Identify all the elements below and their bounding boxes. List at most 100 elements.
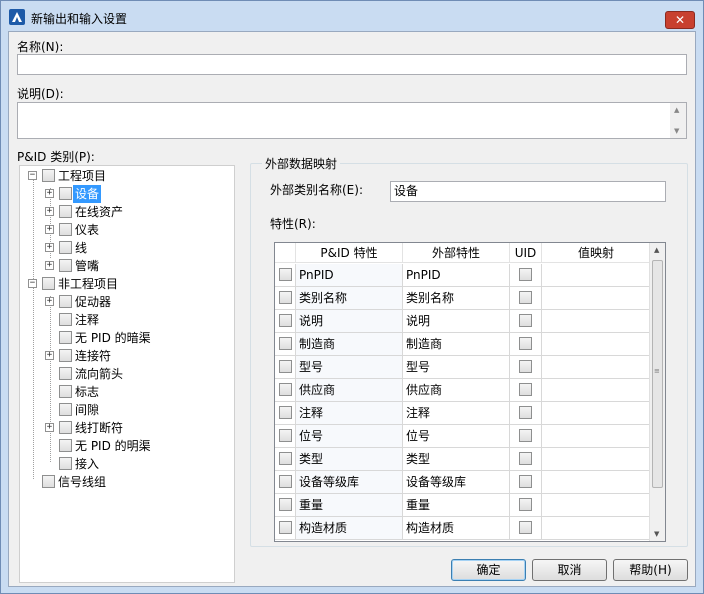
close-button[interactable]: ✕ — [665, 11, 695, 29]
tree-checkbox[interactable] — [59, 187, 72, 200]
value-map-cell[interactable] — [542, 333, 651, 355]
tree-checkbox[interactable] — [59, 295, 72, 308]
uid-checkbox[interactable] — [519, 406, 532, 419]
row-checkbox[interactable] — [279, 383, 292, 396]
uid-checkbox[interactable] — [519, 291, 532, 304]
row-select-cell[interactable] — [275, 471, 296, 493]
external-property-cell[interactable]: 制造商 — [403, 333, 510, 355]
value-map-cell[interactable] — [542, 402, 651, 424]
row-checkbox[interactable] — [279, 268, 292, 281]
table-row[interactable]: 类别名称 类别名称 — [275, 287, 651, 310]
tree-checkbox[interactable] — [42, 169, 55, 182]
ok-button[interactable]: 确定 — [451, 559, 526, 581]
row-select-cell[interactable] — [275, 356, 296, 378]
uid-checkbox[interactable] — [519, 268, 532, 281]
row-select-cell[interactable] — [275, 448, 296, 470]
external-property-cell[interactable]: 位号 — [403, 425, 510, 447]
row-select-cell[interactable] — [275, 310, 296, 332]
grid-scrollbar[interactable]: ▲ ≡ ▼ — [649, 243, 665, 541]
tree-checkbox[interactable] — [59, 385, 72, 398]
expand-icon[interactable]: + — [45, 297, 54, 306]
uid-cell[interactable] — [510, 425, 542, 447]
row-checkbox[interactable] — [279, 406, 292, 419]
tree-checkbox[interactable] — [59, 349, 72, 362]
tree-checkbox[interactable] — [59, 241, 72, 254]
expand-icon[interactable]: + — [45, 207, 54, 216]
scroll-thumb[interactable]: ≡ — [652, 260, 663, 488]
tree-checkbox[interactable] — [42, 475, 55, 488]
uid-cell[interactable] — [510, 517, 542, 539]
table-row[interactable]: 注释 注释 — [275, 402, 651, 425]
scroll-down-icon[interactable]: ▼ — [654, 530, 659, 538]
external-property-cell[interactable]: 类型 — [403, 448, 510, 470]
external-property-cell[interactable]: 供应商 — [403, 379, 510, 401]
uid-checkbox[interactable] — [519, 498, 532, 511]
value-map-cell[interactable] — [542, 471, 651, 493]
properties-grid[interactable]: P&ID 特性 外部特性 UID 值映射 PnPID PnPID 类别名称 类别名称说… — [274, 242, 666, 542]
expand-icon[interactable]: + — [45, 261, 54, 270]
pid-property-cell[interactable]: PnPID — [296, 264, 403, 286]
help-button[interactable]: 帮助(H) — [613, 559, 688, 581]
uid-checkbox[interactable] — [519, 360, 532, 373]
uid-cell[interactable] — [510, 287, 542, 309]
external-property-cell[interactable]: 重量 — [403, 494, 510, 516]
external-property-cell[interactable]: 注释 — [403, 402, 510, 424]
row-checkbox[interactable] — [279, 337, 292, 350]
uid-cell[interactable] — [510, 379, 542, 401]
uid-cell[interactable] — [510, 471, 542, 493]
tree-checkbox[interactable] — [59, 403, 72, 416]
row-select-cell[interactable] — [275, 425, 296, 447]
uid-checkbox[interactable] — [519, 337, 532, 350]
pid-property-cell[interactable]: 注释 — [296, 402, 403, 424]
external-property-cell[interactable]: 类别名称 — [403, 287, 510, 309]
value-map-cell[interactable] — [542, 287, 651, 309]
table-row[interactable]: 位号 位号 — [275, 425, 651, 448]
pid-property-cell[interactable]: 类型 — [296, 448, 403, 470]
external-property-cell[interactable]: PnPID — [403, 264, 510, 286]
uid-checkbox[interactable] — [519, 314, 532, 327]
expand-icon[interactable]: + — [45, 225, 54, 234]
uid-checkbox[interactable] — [519, 521, 532, 534]
column-header-uid[interactable]: UID — [510, 243, 542, 263]
name-input[interactable] — [17, 54, 687, 75]
expand-icon[interactable]: + — [45, 189, 54, 198]
value-map-cell[interactable] — [542, 425, 651, 447]
tree-checkbox[interactable] — [59, 457, 72, 470]
tree-checkbox[interactable] — [59, 439, 72, 452]
row-checkbox[interactable] — [279, 360, 292, 373]
table-row[interactable]: 重量 重量 — [275, 494, 651, 517]
collapse-icon[interactable]: − — [28, 279, 37, 288]
description-input[interactable]: ▲ ▼ — [17, 102, 687, 139]
value-map-cell[interactable] — [542, 448, 651, 470]
pid-property-cell[interactable]: 制造商 — [296, 333, 403, 355]
row-checkbox[interactable] — [279, 314, 292, 327]
table-row[interactable]: 制造商 制造商 — [275, 333, 651, 356]
column-header-external[interactable]: 外部特性 — [403, 243, 510, 263]
uid-cell[interactable] — [510, 448, 542, 470]
external-class-input[interactable]: 设备 — [390, 181, 666, 202]
value-map-cell[interactable] — [542, 494, 651, 516]
pid-property-cell[interactable]: 重量 — [296, 494, 403, 516]
cancel-button[interactable]: 取消 — [532, 559, 607, 581]
row-select-cell[interactable] — [275, 287, 296, 309]
tree-checkbox[interactable] — [42, 277, 55, 290]
row-checkbox[interactable] — [279, 291, 292, 304]
table-row[interactable]: 类型 类型 — [275, 448, 651, 471]
uid-cell[interactable] — [510, 264, 542, 286]
external-property-cell[interactable]: 构造材质 — [403, 517, 510, 539]
external-property-cell[interactable]: 说明 — [403, 310, 510, 332]
scroll-up-icon[interactable]: ▲ — [674, 106, 679, 114]
tree-checkbox[interactable] — [59, 421, 72, 434]
tree-checkbox[interactable] — [59, 205, 72, 218]
scroll-up-icon[interactable]: ▲ — [654, 246, 659, 254]
value-map-cell[interactable] — [542, 310, 651, 332]
uid-cell[interactable] — [510, 402, 542, 424]
pid-property-cell[interactable]: 构造材质 — [296, 517, 403, 539]
category-tree[interactable]: − 工程项目 + 设备 + 在线资产 + 仪表 + 线 + 管嘴 − 非工程项目… — [19, 165, 235, 583]
row-select-cell[interactable] — [275, 333, 296, 355]
uid-checkbox[interactable] — [519, 429, 532, 442]
row-checkbox[interactable] — [279, 452, 292, 465]
pid-property-cell[interactable]: 供应商 — [296, 379, 403, 401]
uid-cell[interactable] — [510, 494, 542, 516]
uid-checkbox[interactable] — [519, 452, 532, 465]
